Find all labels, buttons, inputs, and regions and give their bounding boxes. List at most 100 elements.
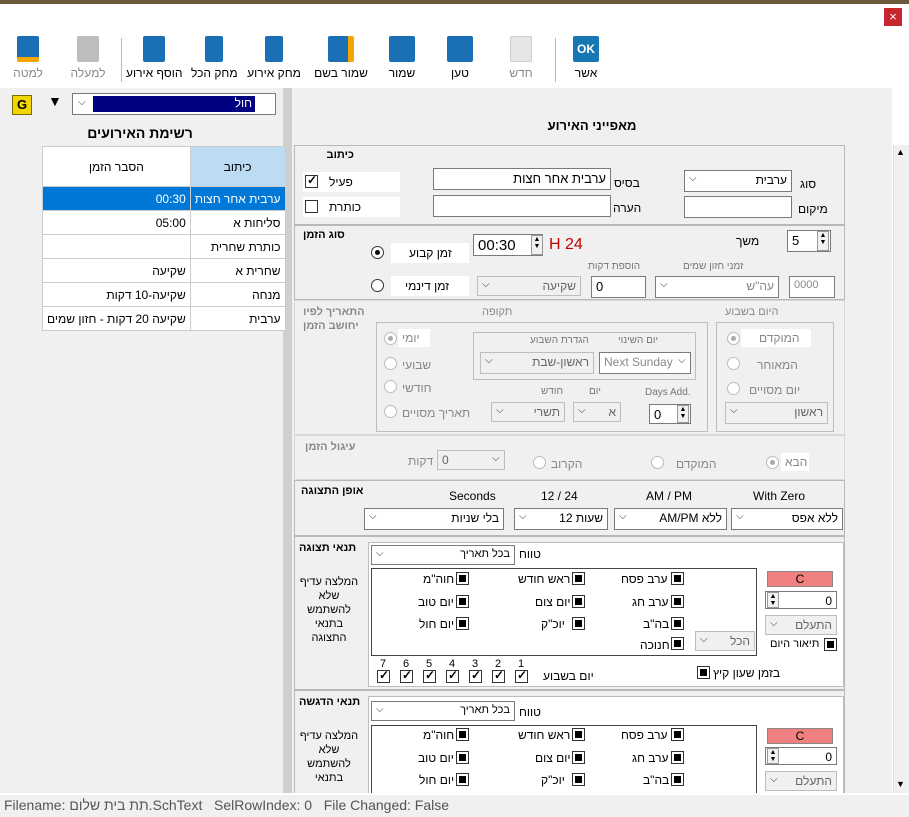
chanukah-checkbox[interactable] xyxy=(671,637,684,650)
table-row[interactable]: שקיעה-10 דקות מנחה xyxy=(42,282,286,307)
hl-yom-tov-checkbox[interactable] xyxy=(456,751,469,764)
column-header-caption[interactable]: כיתוב xyxy=(189,146,286,187)
row-time[interactable]: שקיעה 20 דקות - חזון שמים xyxy=(42,306,191,331)
highlight-spinner[interactable]: ▲ ▼ xyxy=(767,748,779,764)
new-button[interactable]: חדש xyxy=(505,36,537,80)
fixed-time-radio[interactable] xyxy=(371,246,384,259)
days-add-spinner[interactable]: ▲ ▼ xyxy=(677,405,689,423)
scroll-up-icon[interactable]: ▲ xyxy=(896,147,905,157)
column-header-time[interactable]: הסבר הזמן xyxy=(42,146,191,187)
day-6-checkbox[interactable] xyxy=(400,668,413,683)
time-spinner[interactable]: ▲ ▼ xyxy=(531,235,543,255)
day-5-checkbox[interactable] xyxy=(423,668,436,683)
erev-chag-checkbox[interactable] xyxy=(671,595,684,608)
row-caption[interactable]: מנחה xyxy=(189,282,286,307)
delete-all-button[interactable]: מחק הכל xyxy=(191,36,238,80)
show-all-dropdown[interactable]: הכל ⌵ xyxy=(695,631,755,651)
add-minutes-input[interactable]: 0 xyxy=(591,276,646,298)
highlight-c-button[interactable]: C xyxy=(767,728,833,744)
yom-tzom-checkbox[interactable] xyxy=(572,595,585,608)
row-caption[interactable]: סליחות א xyxy=(189,210,286,235)
location-input[interactable] xyxy=(684,196,792,218)
day-4-checkbox[interactable] xyxy=(446,668,459,683)
filter-dropdown[interactable]: חול ⌵ xyxy=(72,93,276,115)
day-7-checkbox[interactable] xyxy=(377,668,390,683)
table-row[interactable]: שקיעה שחרית א xyxy=(42,258,286,283)
nearest-radio[interactable] xyxy=(533,456,546,469)
monthly-radio[interactable] xyxy=(384,380,397,393)
day-3-checkbox[interactable] xyxy=(469,668,482,683)
close-button[interactable]: × xyxy=(884,8,902,26)
hour-12-24-dropdown[interactable]: שעות 12 ⌵ xyxy=(514,508,608,530)
weekly-radio[interactable] xyxy=(384,357,397,370)
chazon-number-input[interactable]: 0000 xyxy=(789,276,835,298)
heading-checkbox[interactable] xyxy=(305,200,318,213)
duration-spinner[interactable]: ▲ ▼ xyxy=(817,231,829,251)
seconds-dropdown[interactable]: בלי שניות ⌵ xyxy=(364,508,504,530)
ampm-dropdown[interactable]: ללא AM/PM ⌵ xyxy=(614,508,727,530)
table-row[interactable]: 05:00 סליחות א xyxy=(42,210,286,235)
show-spinner[interactable]: ▲ ▼ xyxy=(767,592,779,608)
later-day-radio[interactable] xyxy=(727,357,740,370)
chazon-dropdown[interactable]: עה"ש ⌵ xyxy=(655,276,779,298)
month-dropdown[interactable]: תשרי ⌵ xyxy=(491,402,565,422)
erev-pesach-checkbox[interactable] xyxy=(671,572,684,585)
table-row[interactable]: שקיעה 20 דקות - חזון שמים ערבית xyxy=(42,306,286,331)
save-as-button[interactable]: שמור בשם xyxy=(313,36,369,80)
change-day-dropdown[interactable]: Next Sunday ⌵ xyxy=(599,352,691,374)
yom-tov-checkbox[interactable] xyxy=(456,595,469,608)
week-def-dropdown[interactable]: ראשון-שבת ⌵ xyxy=(480,352,594,374)
row-caption[interactable]: ערבית xyxy=(189,306,286,331)
table-row[interactable]: כותרת שחרית xyxy=(42,234,286,259)
row-caption[interactable]: ערבית אחר חצות xyxy=(189,186,286,211)
show-ignore-dropdown[interactable]: התעלם ⌵ xyxy=(765,615,837,635)
row-time[interactable]: 00:30 xyxy=(42,186,191,211)
sunset-dropdown[interactable]: שקיעה ⌵ xyxy=(477,276,581,296)
specific-day-dropdown[interactable]: ראשון ⌵ xyxy=(725,402,828,424)
ok-button[interactable]: OK אשר xyxy=(569,36,603,80)
hl-chol-hamoed-checkbox[interactable] xyxy=(456,728,469,741)
delete-event-button[interactable]: מחק אירוע xyxy=(247,36,301,80)
row-time[interactable] xyxy=(42,234,191,259)
show-c-button[interactable]: C xyxy=(767,571,833,587)
properties-scrollbar[interactable]: ▲ ▼ xyxy=(893,145,909,793)
row-time[interactable]: שקיעה-10 דקות xyxy=(42,282,191,307)
yom-kippur-checkbox[interactable] xyxy=(572,617,585,630)
add-event-button[interactable]: הוסף אירוע xyxy=(126,36,182,80)
load-button[interactable]: טען xyxy=(443,36,477,80)
earlier-day-radio[interactable] xyxy=(727,332,740,345)
specific-date-radio[interactable] xyxy=(384,405,397,418)
g-button[interactable]: G xyxy=(12,95,32,115)
specific-day-radio[interactable] xyxy=(727,382,740,395)
scroll-down-icon[interactable]: ▼ xyxy=(896,779,905,789)
day-2-checkbox[interactable] xyxy=(492,668,505,683)
row-caption[interactable]: כותרת שחרית xyxy=(189,234,286,259)
highlight-ignore-dropdown[interactable]: התעלם ⌵ xyxy=(765,771,837,791)
move-up-button[interactable]: למעלה xyxy=(70,36,106,80)
hl-bahab-checkbox[interactable] xyxy=(671,773,684,786)
with-zero-dropdown[interactable]: ללא אפס ⌵ xyxy=(731,508,843,530)
active-checkbox-row[interactable]: פעיל xyxy=(303,172,400,192)
hl-yom-chol-checkbox[interactable] xyxy=(456,773,469,786)
rosh-chodesh-checkbox[interactable] xyxy=(572,572,585,585)
active-checkbox[interactable] xyxy=(305,173,318,188)
hl-erev-chag-checkbox[interactable] xyxy=(671,751,684,764)
day-desc-checkbox[interactable] xyxy=(824,638,837,651)
type-dropdown[interactable]: ערבית ⌵ xyxy=(684,170,792,192)
move-down-button[interactable]: למטה xyxy=(12,36,44,80)
day-dropdown[interactable]: א ⌵ xyxy=(573,402,621,422)
hl-yom-kippur-checkbox[interactable] xyxy=(572,773,585,786)
hl-rosh-chodesh-checkbox[interactable] xyxy=(572,728,585,741)
yom-chol-checkbox[interactable] xyxy=(456,617,469,630)
row-time[interactable]: 05:00 xyxy=(42,210,191,235)
row-caption[interactable]: שחרית א xyxy=(189,258,286,283)
daily-radio[interactable] xyxy=(384,332,397,345)
rounding-earlier-radio[interactable] xyxy=(651,456,664,469)
chol-hamoed-checkbox[interactable] xyxy=(456,572,469,585)
heading-checkbox-row[interactable]: כותרת xyxy=(303,197,400,217)
filter-icon[interactable]: ▼ xyxy=(48,93,62,109)
rounding-minutes-dropdown[interactable]: 0 ⌵ xyxy=(437,450,505,470)
show-range-dropdown[interactable]: בכל תאריך ⌵ xyxy=(371,545,515,565)
row-time[interactable]: שקיעה xyxy=(42,258,191,283)
dynamic-time-radio[interactable] xyxy=(371,279,384,292)
